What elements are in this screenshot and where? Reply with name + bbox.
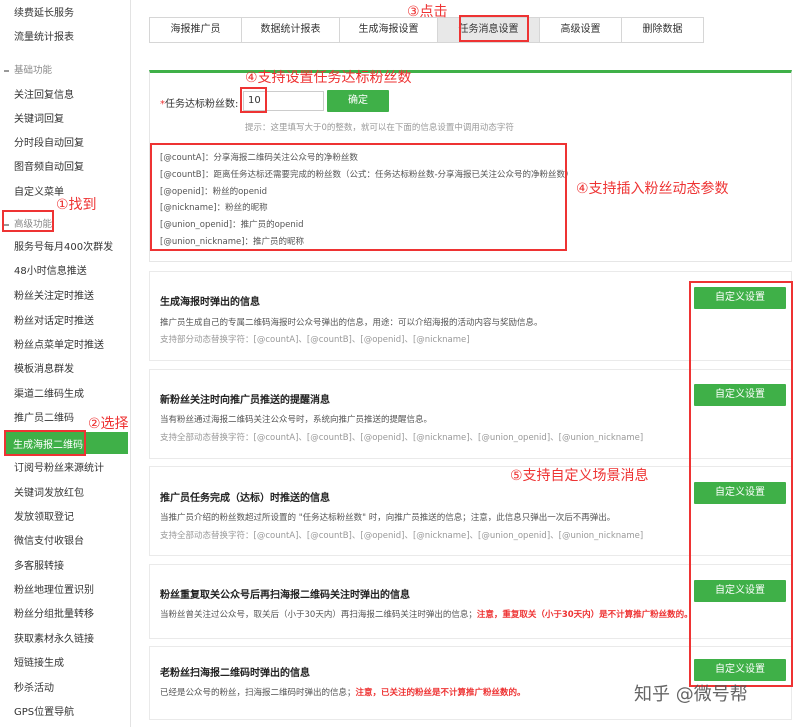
tab-poster-promoter[interactable]: 海报推广员: [149, 17, 242, 43]
annotation-box-custom-buttons: [689, 281, 793, 687]
annotation-box-input: [240, 87, 267, 113]
annotation-box-advanced: [2, 210, 54, 232]
card-task-complete-title: 推广员任务完成（达标）时推送的信息: [160, 493, 330, 504]
watermark: 知乎 @微号帮: [634, 684, 748, 705]
sidebar-item-48h-push[interactable]: 48小时信息推送: [14, 265, 87, 279]
annotation-custom-scene: ⑤支持自定义场景消息: [510, 468, 649, 484]
sidebar-item-renew[interactable]: 续费延长服务: [14, 7, 74, 21]
card-repeat-unfollow-desc: 当粉丝曾关注过公众号，取关后（小于30天内）再扫海报二维码关注时弹出的信息；注意…: [160, 608, 693, 620]
annotation-box-task-tab: [459, 15, 529, 42]
tab-delete-data[interactable]: 删除数据: [621, 17, 704, 43]
sidebar-section-basic-label: 基础功能: [14, 65, 53, 76]
sidebar-section-basic: 基础功能: [4, 64, 52, 78]
card-old-fan-scan-desc-text: 已经是公众号的粉丝，扫海报二维码时弹出的信息；: [160, 688, 356, 698]
card-old-fan-scan-warning: 注意，已关注的粉丝是不计算推广粉丝数的。: [355, 688, 526, 698]
annotation-find: ①找到: [56, 197, 97, 213]
sidebar-item-channel-qrcode[interactable]: 渠道二维码生成: [14, 388, 84, 402]
annotation-box-poster-qrcode: [4, 430, 86, 456]
sidebar-item-follow-reply[interactable]: 关注回复信息: [14, 89, 74, 103]
sidebar-item-timed-reply[interactable]: 分时段自动回复: [14, 137, 84, 151]
card-new-fan-notice-desc: 当有粉丝通过海报二维码关注公众号时，系统向推广员推送的提醒信息。: [160, 415, 433, 425]
sidebar-item-media-reply[interactable]: 图音频自动回复: [14, 161, 84, 175]
sidebar-item-template-msg[interactable]: 模板消息群发: [14, 363, 74, 377]
card-repeat-unfollow-title: 粉丝重复取关公众号后再扫海报二维码关注时弹出的信息: [160, 590, 410, 601]
sidebar-item-gps-nav[interactable]: GPS位置导航: [14, 706, 74, 720]
card-old-fan-scan-title: 老粉丝扫海报二维码时弹出的信息: [160, 668, 310, 679]
annotation-insert-vars: ④支持插入粉丝动态参数: [576, 181, 729, 197]
annotation-click: ③点击: [407, 4, 448, 20]
target-fans-label: *任务达标粉丝数:: [160, 95, 238, 110]
target-fans-label-text: 任务达标粉丝数:: [165, 99, 239, 110]
sidebar-item-menu-timed-push[interactable]: 粉丝点菜单定时推送: [14, 339, 104, 353]
annotation-set-target: ④支持设置任务达标粉丝数: [245, 70, 412, 86]
annotation-select: ②选择: [88, 416, 129, 432]
card-new-fan-notice-title: 新粉丝关注时向推广员推送的提醒消息: [160, 395, 330, 406]
sidebar-item-claim-register[interactable]: 发放领取登记: [14, 511, 74, 525]
sidebar-item-customer-service[interactable]: 多客服转接: [14, 560, 64, 574]
sidebar-item-subscription-stats[interactable]: 订阅号粉丝来源统计: [14, 462, 104, 476]
card-old-fan-scan-desc: 已经是公众号的粉丝，扫海报二维码时弹出的信息；注意，已关注的粉丝是不计算推广粉丝…: [160, 686, 526, 698]
sidebar-item-group-transfer[interactable]: 粉丝分组批量转移: [14, 608, 94, 622]
card-task-complete-vars: 支持全部动态替换字符：[@countA]、[@countB]、[@openid]…: [160, 531, 644, 541]
sidebar-item-geo-location[interactable]: 粉丝地理位置识别: [14, 584, 94, 598]
card-repeat-unfollow-desc-text: 当粉丝曾关注过公众号，取关后（小于30天内）再扫海报二维码关注时弹出的信息；: [160, 610, 477, 620]
card-poster-generated-desc: 推广员生成自己的专属二维码海报时公众号弹出的信息，用途：可以介绍海报的活动内容与…: [160, 318, 543, 328]
sidebar-item-short-link[interactable]: 短链接生成: [14, 657, 64, 671]
sidebar-item-keyword-redpacket[interactable]: 关键词发放红包: [14, 487, 84, 501]
card-repeat-unfollow-warning: 注意，重复取关（小于30天内）是不计算推广粉丝数的。: [476, 610, 693, 620]
card-poster-generated-vars: 支持部分动态替换字符：[@countA]、[@countB]、[@openid]…: [160, 335, 470, 345]
tab-data-report[interactable]: 数据统计报表: [241, 17, 340, 43]
card-task-complete-desc: 当推广员介绍的粉丝数超过所设置的 "任务达标粉丝数" 时，向推广员推送的信息；注…: [160, 513, 616, 523]
tab-advanced-settings[interactable]: 高级设置: [539, 17, 622, 43]
card-poster-generated-title: 生成海报时弹出的信息: [160, 297, 260, 308]
confirm-button[interactable]: 确定: [327, 90, 389, 112]
sidebar-item-mass-send[interactable]: 服务号每月400次群发: [14, 241, 113, 255]
sidebar-item-permanent-link[interactable]: 获取素材永久链接: [14, 633, 94, 647]
sidebar-item-flash-sale[interactable]: 秒杀活动: [14, 682, 54, 696]
sidebar-item-chat-timed-push[interactable]: 粉丝对话定时推送: [14, 315, 94, 329]
annotation-box-variables: [150, 143, 567, 251]
sidebar-item-traffic-report[interactable]: 流量统计报表: [14, 31, 74, 45]
sidebar: 续费延长服务 流量统计报表 基础功能 关注回复信息 关键词回复 分时段自动回复 …: [0, 0, 131, 727]
sidebar-item-follow-timed-push[interactable]: 粉丝关注定时推送: [14, 290, 94, 304]
sidebar-item-keyword-reply[interactable]: 关键词回复: [14, 113, 64, 127]
form-hint: 提示：这里填写大于0的整数，就可以在下面的信息设置中调用动态字符: [245, 123, 514, 133]
sidebar-item-wechat-pay[interactable]: 微信支付收银台: [14, 535, 84, 549]
card-new-fan-notice-vars: 支持全部动态替换字符：[@countA]、[@countB]、[@openid]…: [160, 433, 644, 443]
sidebar-item-promoter-qrcode[interactable]: 推广员二维码: [14, 412, 74, 426]
